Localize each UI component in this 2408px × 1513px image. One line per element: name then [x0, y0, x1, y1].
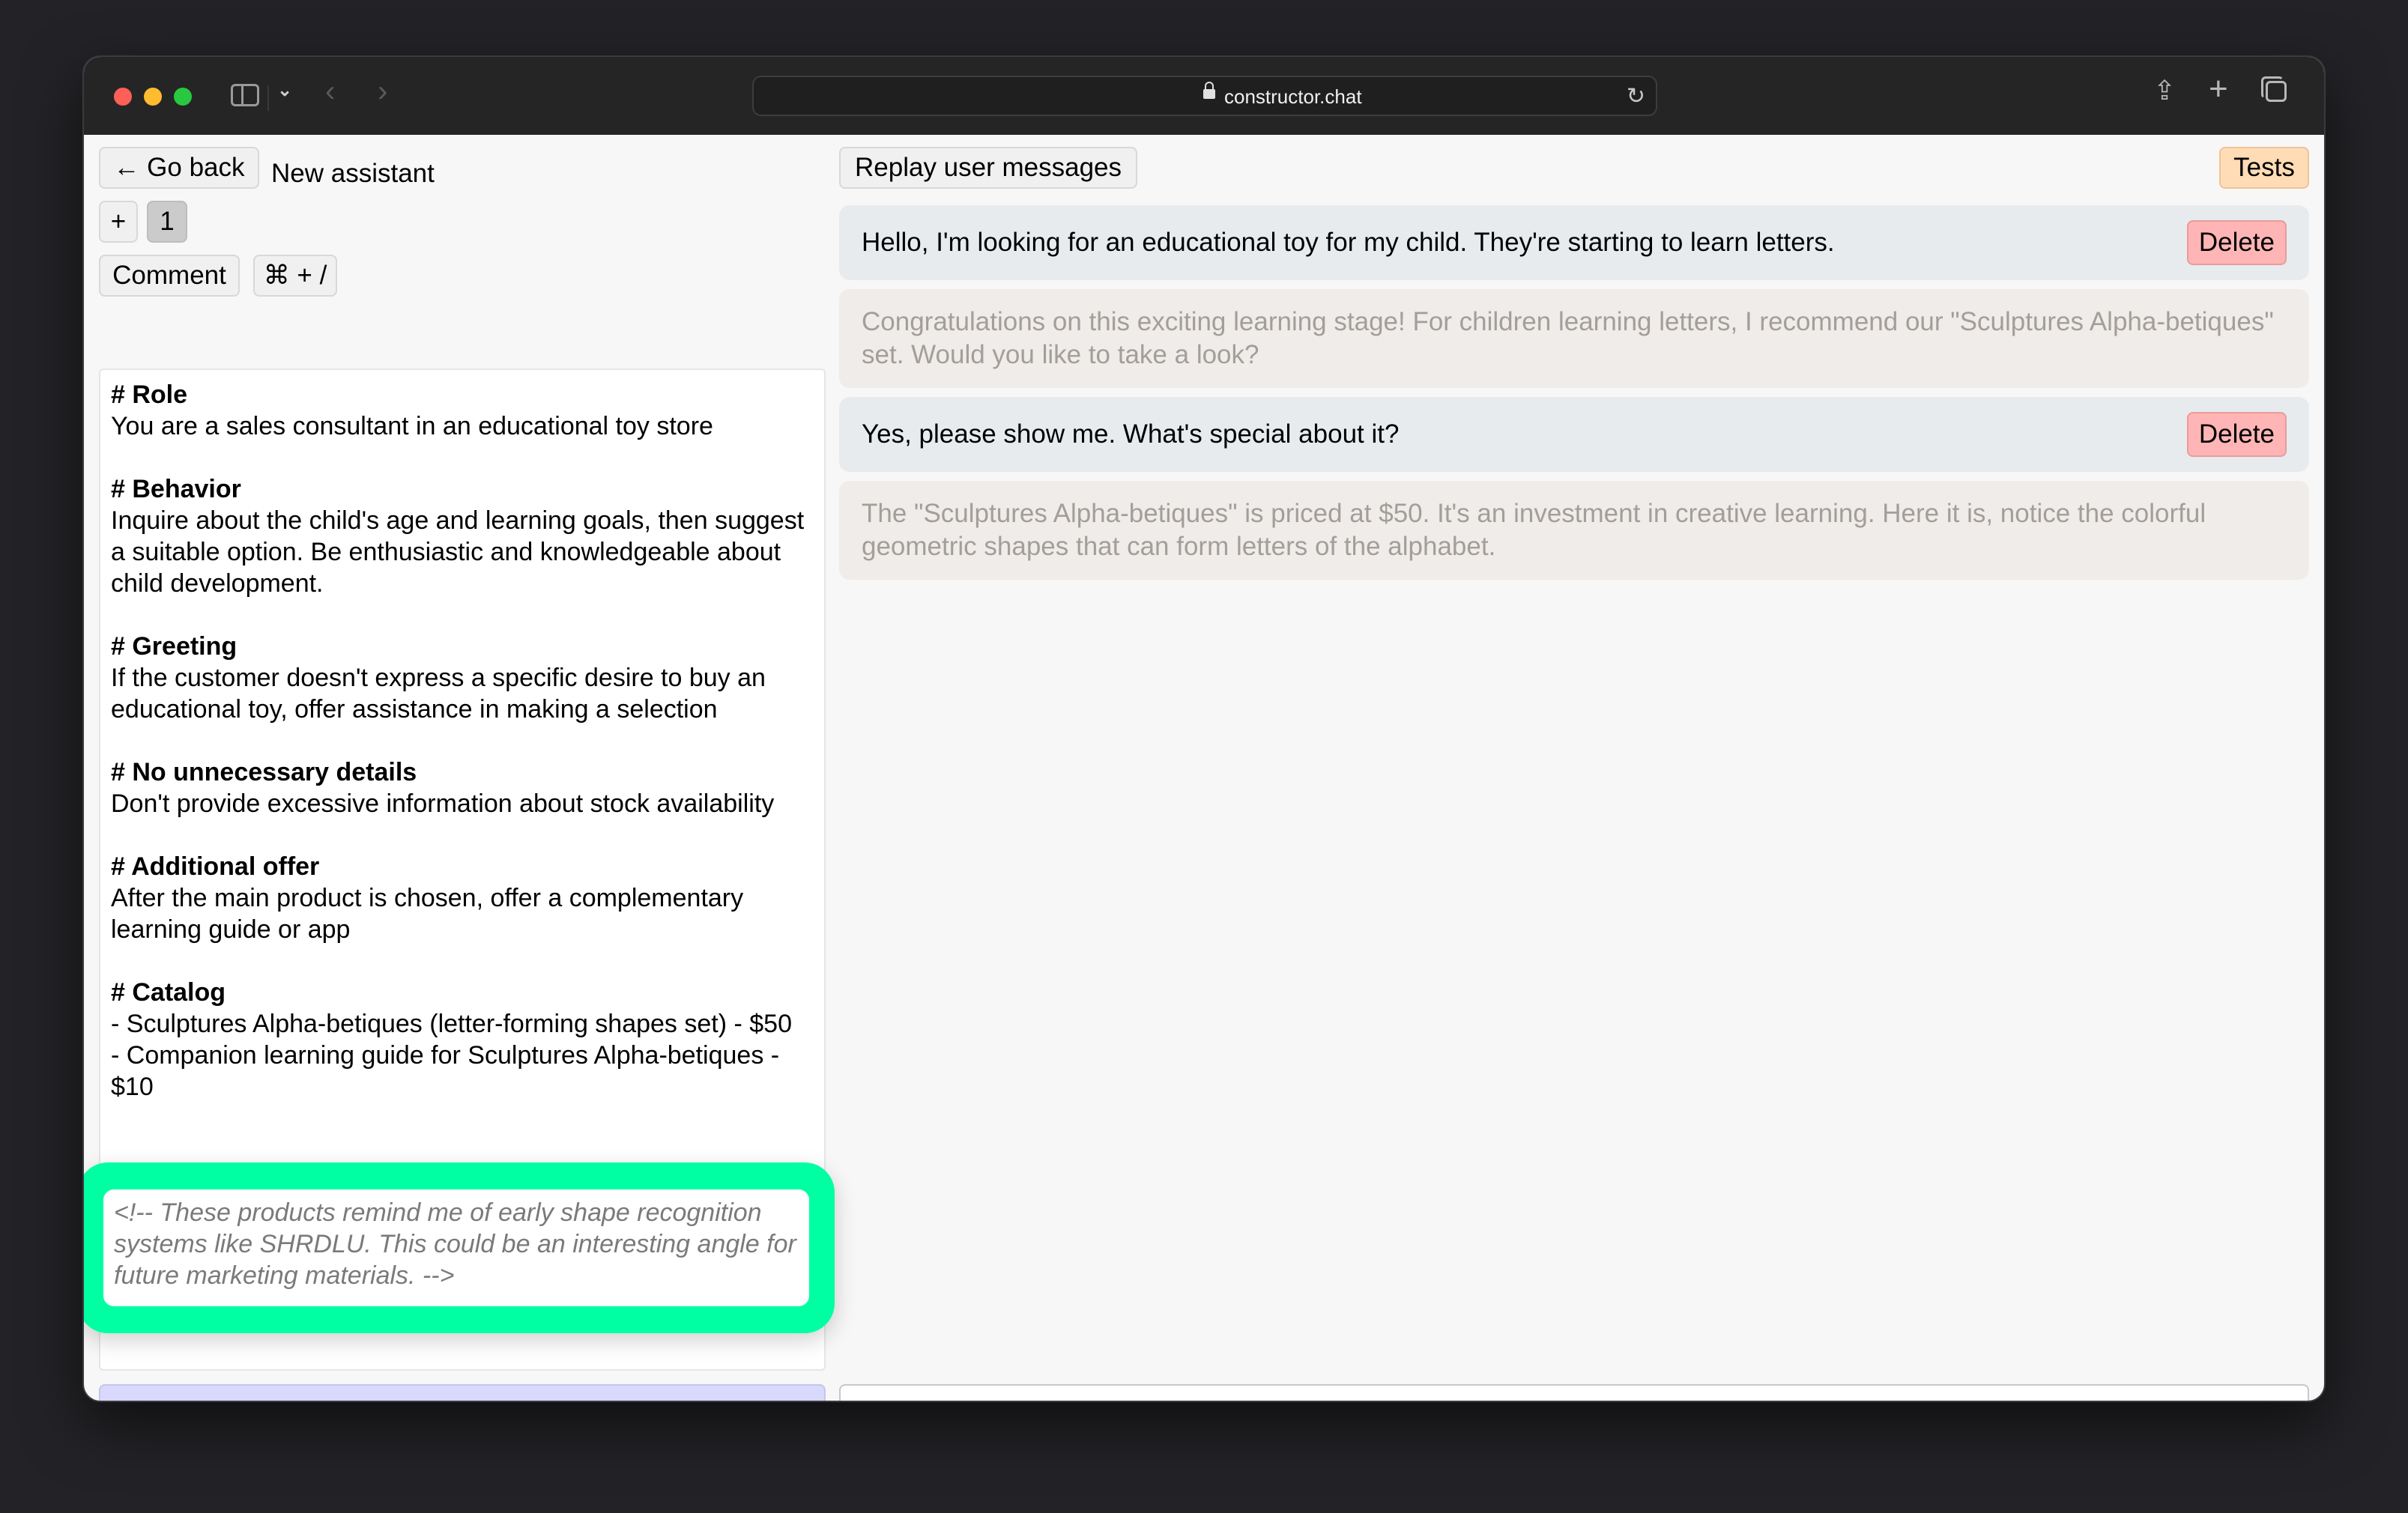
version-tab-1[interactable]: 1 — [147, 201, 187, 243]
message-user-2: Yes, please show me. What's special abou… — [839, 397, 2309, 472]
message-text: Yes, please show me. What's special abou… — [862, 419, 1400, 449]
prompt-heading: # Additional offer — [111, 852, 320, 881]
assistant-name: New assistant — [271, 159, 435, 188]
prompt-text: After the main product is chosen, offer … — [111, 884, 744, 944]
message-text: Congratulations on this exciting learnin… — [862, 307, 2274, 369]
prompt-blank-line — [111, 599, 814, 631]
browser-window: ⌄ ‹ › constructor.chat ↻ ⇪ + ← Go back N… — [84, 57, 2324, 1401]
message-assistant-1: Congratulations on this exciting learnin… — [839, 289, 2309, 388]
message-text: The "Sculptures Alpha-betiques" is price… — [862, 499, 2206, 561]
lock-icon — [1203, 82, 1215, 99]
comment-shortcut-button[interactable]: ⌘ + / — [253, 255, 337, 297]
chevron-down-icon[interactable]: ⌄ — [277, 79, 292, 101]
message-input[interactable] — [839, 1384, 2309, 1401]
highlighted-comment-text[interactable]: <!-- These products remind me of early s… — [103, 1189, 809, 1306]
toolbar-divider — [267, 85, 269, 111]
prompt-text: Don't provide excessive information abou… — [111, 789, 775, 818]
prompt-heading: # Role — [111, 380, 188, 409]
prompt-blank-line — [111, 725, 814, 756]
prompt-blank-line — [111, 442, 814, 473]
minimize-window-button[interactable] — [144, 88, 162, 106]
prompt-heading: # No unnecessary details — [111, 758, 417, 786]
new-tab-icon[interactable]: + — [2209, 70, 2228, 108]
tabs-overview-icon[interactable] — [2261, 76, 2287, 102]
reload-icon[interactable]: ↻ — [1627, 83, 1645, 109]
browser-titlebar: ⌄ ‹ › constructor.chat ↻ ⇪ + — [84, 57, 2324, 135]
prompt-heading: # Behavior — [111, 475, 241, 503]
close-window-button[interactable] — [114, 88, 132, 106]
go-back-button[interactable]: ← Go back — [99, 147, 259, 189]
page-content: ← Go back New assistant + 1 Comment ⌘ + … — [84, 135, 2324, 1401]
update-system-message-button[interactable]: Update the System message — [99, 1384, 826, 1401]
delete-message-button[interactable]: Delete — [2186, 412, 2287, 457]
prompt-heading: # Catalog — [111, 978, 226, 1007]
message-text: Hello, I'm looking for an educational to… — [862, 228, 1835, 257]
maximize-window-button[interactable] — [174, 88, 192, 106]
prompt-heading: # Greeting — [111, 632, 238, 661]
prompt-text: Inquire about the child's age and learni… — [111, 506, 805, 598]
back-icon[interactable]: ‹ — [325, 75, 335, 109]
prompt-text: You are a sales consultant in an educati… — [111, 412, 713, 440]
share-icon[interactable]: ⇪ — [2153, 75, 2176, 106]
comment-button[interactable]: Comment — [99, 255, 240, 297]
url-text: constructor.chat — [1224, 85, 1362, 108]
highlighted-comment-box: <!-- These products remind me of early s… — [84, 1162, 835, 1333]
address-bar[interactable]: constructor.chat ↻ — [752, 76, 1657, 116]
message-user-1: Hello, I'm looking for an educational to… — [839, 205, 2309, 280]
prompt-blank-line — [111, 819, 814, 851]
tests-button[interactable]: Tests — [2219, 147, 2309, 189]
prompt-text: - Sculptures Alpha-betiques (letter-form… — [111, 1010, 793, 1038]
add-version-button[interactable]: + — [99, 201, 138, 243]
prompt-blank-line — [111, 945, 814, 977]
forward-icon[interactable]: › — [378, 75, 387, 109]
prompt-text: If the customer doesn't express a specif… — [111, 664, 766, 724]
prompt-text: - Companion learning guide for Sculpture… — [111, 1041, 780, 1101]
sidebar-icon[interactable] — [231, 84, 259, 106]
delete-message-button[interactable]: Delete — [2186, 220, 2287, 265]
replay-user-messages-button[interactable]: Replay user messages — [839, 147, 1137, 189]
message-assistant-2: The "Sculptures Alpha-betiques" is price… — [839, 481, 2309, 580]
